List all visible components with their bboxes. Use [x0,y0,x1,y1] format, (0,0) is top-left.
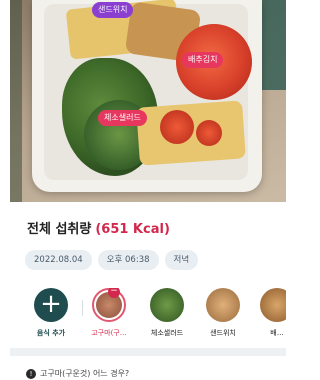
tomato-slice [160,110,194,144]
food-tag-salad[interactable]: 체소샐러드 [98,110,147,126]
meal-info-chips: 2022.08.04 오후 06:38 저녁 [25,250,199,270]
meal-type-chip[interactable]: 저녁 [164,250,199,270]
notice-text: 고구마(구운것) 어느 경우? [40,369,130,378]
food-item-label: 고구마(구… [91,329,127,337]
total-kcal: (651 Kcal) [95,222,170,237]
photo-background-edge [10,0,22,202]
tomato-slice-2 [196,120,222,146]
food-tag-kimchi[interactable]: 배추김치 [182,52,224,68]
food-notice[interactable]: ! 고구마(구운것) 어느 경우? [26,368,129,379]
kimchi-thumbnail [260,288,286,322]
food-tag-sandwich[interactable]: 샌드위치 [92,2,134,18]
section-divider [10,348,286,356]
date-chip[interactable]: 2022.08.04 [25,250,92,270]
time-chip[interactable]: 오후 06:38 [97,250,159,270]
add-food-button[interactable]: + 음식 추가 [26,288,76,338]
food-item-label: 배… [270,329,284,337]
sweet-potato-thumbnail: − [92,288,126,322]
sandwich-thumbnail [206,288,240,322]
add-food-label: 음식 추가 [36,329,66,337]
food-item-sweet-potato[interactable]: − 고구마(구… [84,288,134,338]
food-item-salad[interactable]: 체소샐러드 [142,288,192,338]
info-icon: ! [26,368,36,379]
food-item-label: 체소샐러드 [150,329,184,337]
food-item-kimchi[interactable]: 배… [252,288,286,338]
meal-photo: 샌드위치 배추김치 체소샐러드 [10,0,286,202]
food-list-divider [82,300,83,316]
food-item-label: 샌드위치 [210,329,236,337]
total-intake-title: 전체 섭취량 (651 Kcal) [27,218,170,237]
salad-thumbnail [150,288,184,322]
food-item-sandwich[interactable]: 샌드위치 [198,288,248,338]
food-list: + 음식 추가 − 고구마(구… 체소샐러드 샌드위치 배… [26,288,286,346]
total-intake-label: 전체 섭취량 [27,222,92,237]
plus-icon[interactable]: + [34,288,68,322]
